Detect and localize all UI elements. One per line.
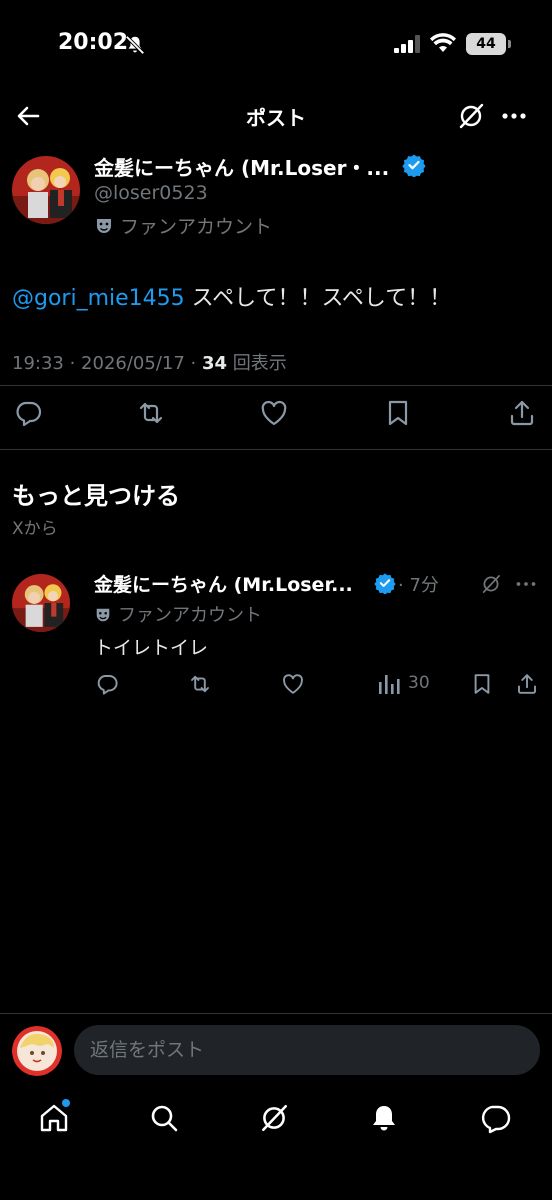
- affiliation-label: ファンアカウント: [94, 212, 272, 239]
- affiliation-text: ファンアカウント: [118, 605, 262, 626]
- battery-tip: [508, 40, 511, 48]
- affiliation-label: ファンアカウント: [94, 601, 262, 627]
- avatar[interactable]: [12, 574, 70, 632]
- reply-icon[interactable]: [13, 398, 43, 428]
- search-icon[interactable]: [148, 1102, 180, 1134]
- like-icon[interactable]: [259, 398, 289, 428]
- reply-input[interactable]: [74, 1025, 540, 1075]
- user-avatar[interactable]: [12, 1026, 62, 1076]
- notifications-icon[interactable]: [368, 1102, 400, 1134]
- views-label: 回表示: [227, 353, 287, 374]
- share-icon[interactable]: [515, 672, 539, 696]
- views-count: 34: [201, 353, 228, 374]
- top-header: ポスト: [0, 92, 552, 140]
- status-bar: 20:02 44: [0, 0, 552, 90]
- views-icon[interactable]: [377, 672, 401, 696]
- grok-icon[interactable]: [480, 573, 502, 595]
- battery-indicator: 44: [466, 33, 506, 55]
- affiliation-text: ファンアカウント: [120, 216, 273, 238]
- more-icon[interactable]: [500, 104, 528, 128]
- post-timestamp: 19:33 · 2026/05/17 ·: [12, 353, 202, 374]
- bookmark-icon[interactable]: [470, 672, 494, 696]
- repost-icon[interactable]: [136, 398, 166, 428]
- post-text: @gori_mie1455 スペして！！スペして！！: [12, 280, 451, 312]
- repost-icon[interactable]: [188, 672, 212, 696]
- share-icon[interactable]: [507, 398, 537, 428]
- views-count: 30: [408, 673, 430, 693]
- like-icon[interactable]: [281, 672, 305, 696]
- cellular-signal-icon: [394, 35, 420, 53]
- notification-dot: [62, 1099, 70, 1107]
- status-time: 20:02: [58, 30, 129, 55]
- bell-slash-icon: [125, 35, 145, 55]
- section-title: もっと見つける: [12, 482, 180, 510]
- avatar[interactable]: [12, 156, 80, 224]
- post-body: スペして！！スペして！！: [184, 286, 452, 311]
- divider: [0, 449, 552, 450]
- post-text: トイレトイレ: [94, 637, 209, 659]
- reply-icon[interactable]: [95, 672, 119, 696]
- grok-icon[interactable]: [258, 1102, 290, 1134]
- bookmark-icon[interactable]: [383, 398, 413, 428]
- grok-icon[interactable]: [456, 101, 486, 131]
- divider: [0, 1013, 552, 1014]
- messages-icon[interactable]: [479, 1102, 511, 1134]
- divider: [0, 385, 552, 386]
- author-handle[interactable]: @loser0523: [94, 182, 208, 204]
- post-meta: 19:33 · 2026/05/17 · 34 回表示: [12, 349, 287, 375]
- verified-badge-icon: [402, 154, 426, 177]
- mention-link[interactable]: @gori_mie1455: [12, 286, 185, 311]
- wifi-icon: [430, 33, 456, 52]
- post-time: · 7分: [398, 575, 439, 596]
- theater-mask-icon: [97, 219, 111, 233]
- author-name[interactable]: 金髪にーちゃん (Mr.Loser・...: [94, 152, 389, 181]
- author-name[interactable]: 金髪にーちゃん (Mr.Loser...: [94, 570, 353, 597]
- verified-badge-icon: [374, 573, 396, 594]
- theater-mask-icon: [96, 608, 110, 622]
- more-icon[interactable]: [514, 574, 538, 594]
- section-subtitle: Xから: [12, 519, 58, 539]
